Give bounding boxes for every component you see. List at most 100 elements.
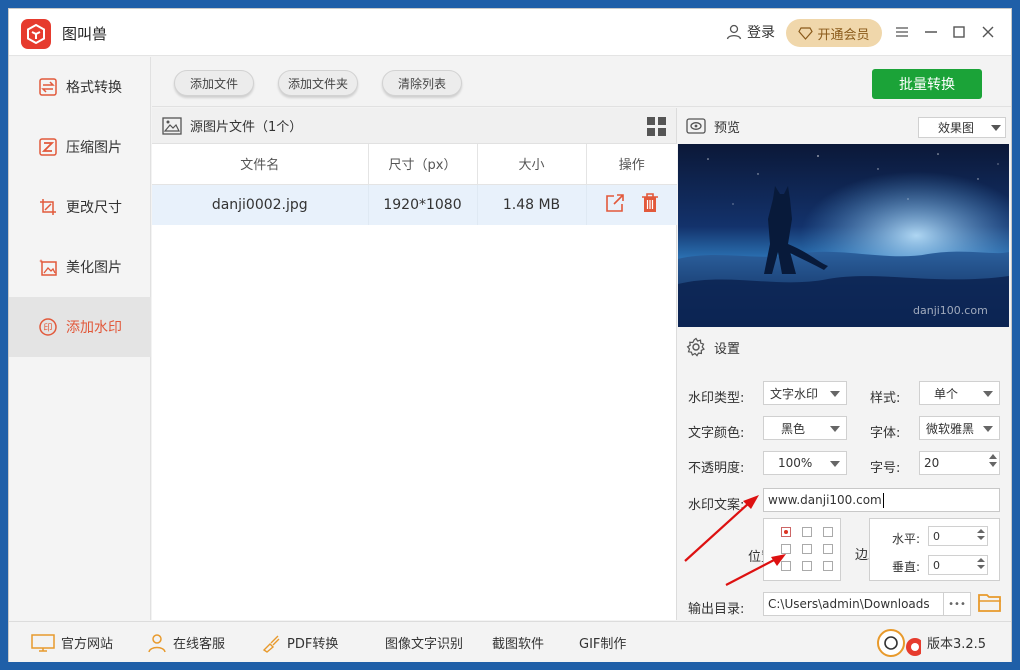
- stepper-arrows-icon[interactable]: [977, 558, 985, 569]
- watermark-overlay-text: danji100.com: [913, 304, 988, 317]
- vertical-label: 垂直:: [892, 560, 921, 574]
- login-button[interactable]: 登录: [726, 22, 775, 42]
- opacity-select[interactable]: 100%: [763, 451, 847, 475]
- position-top-right[interactable]: [823, 527, 833, 537]
- style-label: 样式:: [870, 391, 901, 406]
- open-external-icon[interactable]: [605, 193, 625, 217]
- margin-box: 水平: 0 垂直: 0: [869, 518, 1000, 581]
- support-icon: [148, 633, 166, 652]
- horizontal-margin-value: 0: [933, 529, 940, 543]
- cell-size: 1.48 MB: [477, 184, 587, 225]
- sidebar-item-watermark[interactable]: 印 添加水印: [9, 297, 151, 357]
- watermark-type-label: 水印类型:: [688, 391, 745, 406]
- position-middle-right[interactable]: [823, 544, 833, 554]
- font-label: 字体:: [870, 426, 901, 441]
- font-size-stepper[interactable]: 20: [919, 451, 1000, 475]
- version-label: 版本3.2.5: [927, 637, 987, 652]
- clear-list-button[interactable]: 清除列表: [382, 70, 462, 96]
- red-arrow-annotation-2: [725, 554, 786, 586]
- diamond-icon: [798, 26, 814, 40]
- position-top-center[interactable]: [802, 527, 812, 537]
- browse-button[interactable]: •••: [943, 592, 971, 616]
- brush-icon: [262, 635, 280, 653]
- app-title: 图叫兽: [62, 25, 108, 43]
- chevron-down-icon: [830, 461, 840, 467]
- table-row[interactable]: danji0002.jpg 1920*1080 1.48 MB: [152, 184, 677, 225]
- user-icon: [726, 24, 742, 40]
- footer-item-pdf[interactable]: PDF转换: [261, 622, 338, 663]
- minimize-icon[interactable]: [920, 21, 942, 43]
- add-file-button[interactable]: 添加文件: [174, 70, 254, 96]
- watermark-type-select[interactable]: 文字水印: [763, 381, 847, 405]
- sidebar-item-beautify[interactable]: 美化图片: [9, 237, 151, 297]
- title-bar: 图叫兽 登录 开通会员: [9, 9, 1011, 56]
- chevron-down-icon: [983, 391, 993, 397]
- style-select[interactable]: 单个: [919, 381, 1000, 405]
- output-dir-input[interactable]: C:\Users\admin\Downloads: [763, 592, 944, 616]
- grid-view-icon[interactable]: [647, 117, 666, 136]
- beautify-icon: [39, 258, 57, 276]
- close-icon[interactable]: [977, 21, 999, 43]
- output-dir-label: 输出目录:: [688, 602, 745, 617]
- settings-title: 设置: [714, 341, 741, 357]
- cell-actions: [586, 184, 677, 225]
- column-header-dimensions: 尺寸（px）: [368, 144, 478, 185]
- opacity-label: 不透明度:: [688, 461, 745, 476]
- position-bottom-center[interactable]: [802, 561, 812, 571]
- app-logo-icon: [21, 19, 51, 49]
- column-header-size: 大小: [477, 144, 587, 185]
- menu-icon[interactable]: [891, 21, 913, 43]
- delete-icon[interactable]: [641, 192, 659, 217]
- footer-item-gif[interactable]: GIF制作: [579, 622, 626, 663]
- footer-item-ocr[interactable]: 图像文字识别: [385, 622, 463, 663]
- text-color-label: 文字颜色:: [688, 426, 745, 441]
- add-folder-button[interactable]: 添加文件夹: [278, 70, 358, 96]
- footer-item-support[interactable]: 在线客服: [147, 622, 225, 663]
- stepper-arrows-icon[interactable]: [977, 529, 985, 540]
- text-cursor: [882, 492, 884, 508]
- resize-icon: [39, 198, 57, 216]
- footer-item-label: PDF转换: [287, 637, 339, 652]
- text-color-select[interactable]: 黑色: [763, 416, 847, 440]
- horizontal-margin-stepper[interactable]: 0: [928, 526, 988, 546]
- file-list-panel: 源图片文件（1个） 文件名 尺寸（px） 大小 操作 danji0002.jpg…: [152, 108, 677, 620]
- image-icon: [162, 116, 182, 135]
- file-list-header: 源图片文件（1个）: [152, 108, 676, 144]
- watermark-text-value: www.danji100.com: [768, 493, 882, 507]
- footer-item-screenshot[interactable]: 截图软件: [492, 622, 544, 663]
- sidebar-item-label: 添加水印: [66, 320, 122, 336]
- chevron-down-icon: [830, 391, 840, 397]
- sidebar-item-label: 更改尺寸: [66, 200, 122, 216]
- folder-icon[interactable]: [978, 592, 1002, 618]
- footer-item-website[interactable]: 官方网站: [31, 622, 113, 663]
- vip-button[interactable]: 开通会员: [786, 19, 882, 47]
- maximize-icon[interactable]: [948, 21, 970, 43]
- sidebar-item-format-convert[interactable]: 格式转换: [9, 57, 151, 117]
- chevron-down-icon: [830, 426, 840, 432]
- login-label: 登录: [747, 25, 775, 41]
- batch-convert-button[interactable]: 批量转换: [872, 69, 982, 99]
- output-dir-value: C:\Users\admin\Downloads: [768, 597, 930, 611]
- column-header-actions: 操作: [586, 144, 677, 185]
- sidebar-item-compress[interactable]: 压缩图片: [9, 117, 151, 177]
- cell-filename: danji0002.jpg: [152, 184, 369, 225]
- monitor-icon: [31, 633, 55, 652]
- position-bottom-right[interactable]: [823, 561, 833, 571]
- vertical-margin-stepper[interactable]: 0: [928, 555, 988, 575]
- font-select[interactable]: 微软雅黑: [919, 416, 1000, 440]
- font-size-value: 20: [924, 456, 940, 470]
- preview-mode-select[interactable]: 效果图: [918, 117, 1006, 138]
- position-top-left[interactable]: [781, 527, 791, 537]
- svg-text:印: 印: [43, 322, 52, 334]
- position-middle-center[interactable]: [802, 544, 812, 554]
- watermark-text-input[interactable]: www.danji100.com: [763, 488, 1000, 512]
- footer-version: 版本3.2.5: [877, 622, 986, 663]
- vertical-margin-value: 0: [933, 558, 940, 572]
- preview-header: 预览 效果图: [678, 108, 1011, 144]
- logo-badge-icon: [877, 628, 921, 657]
- text-color-value: 黑色: [781, 421, 806, 436]
- preview-image: danji100.com: [678, 144, 1009, 327]
- stepper-arrows-icon[interactable]: [989, 454, 997, 467]
- watermark-icon: 印: [39, 318, 57, 336]
- sidebar-item-resize[interactable]: 更改尺寸: [9, 177, 151, 237]
